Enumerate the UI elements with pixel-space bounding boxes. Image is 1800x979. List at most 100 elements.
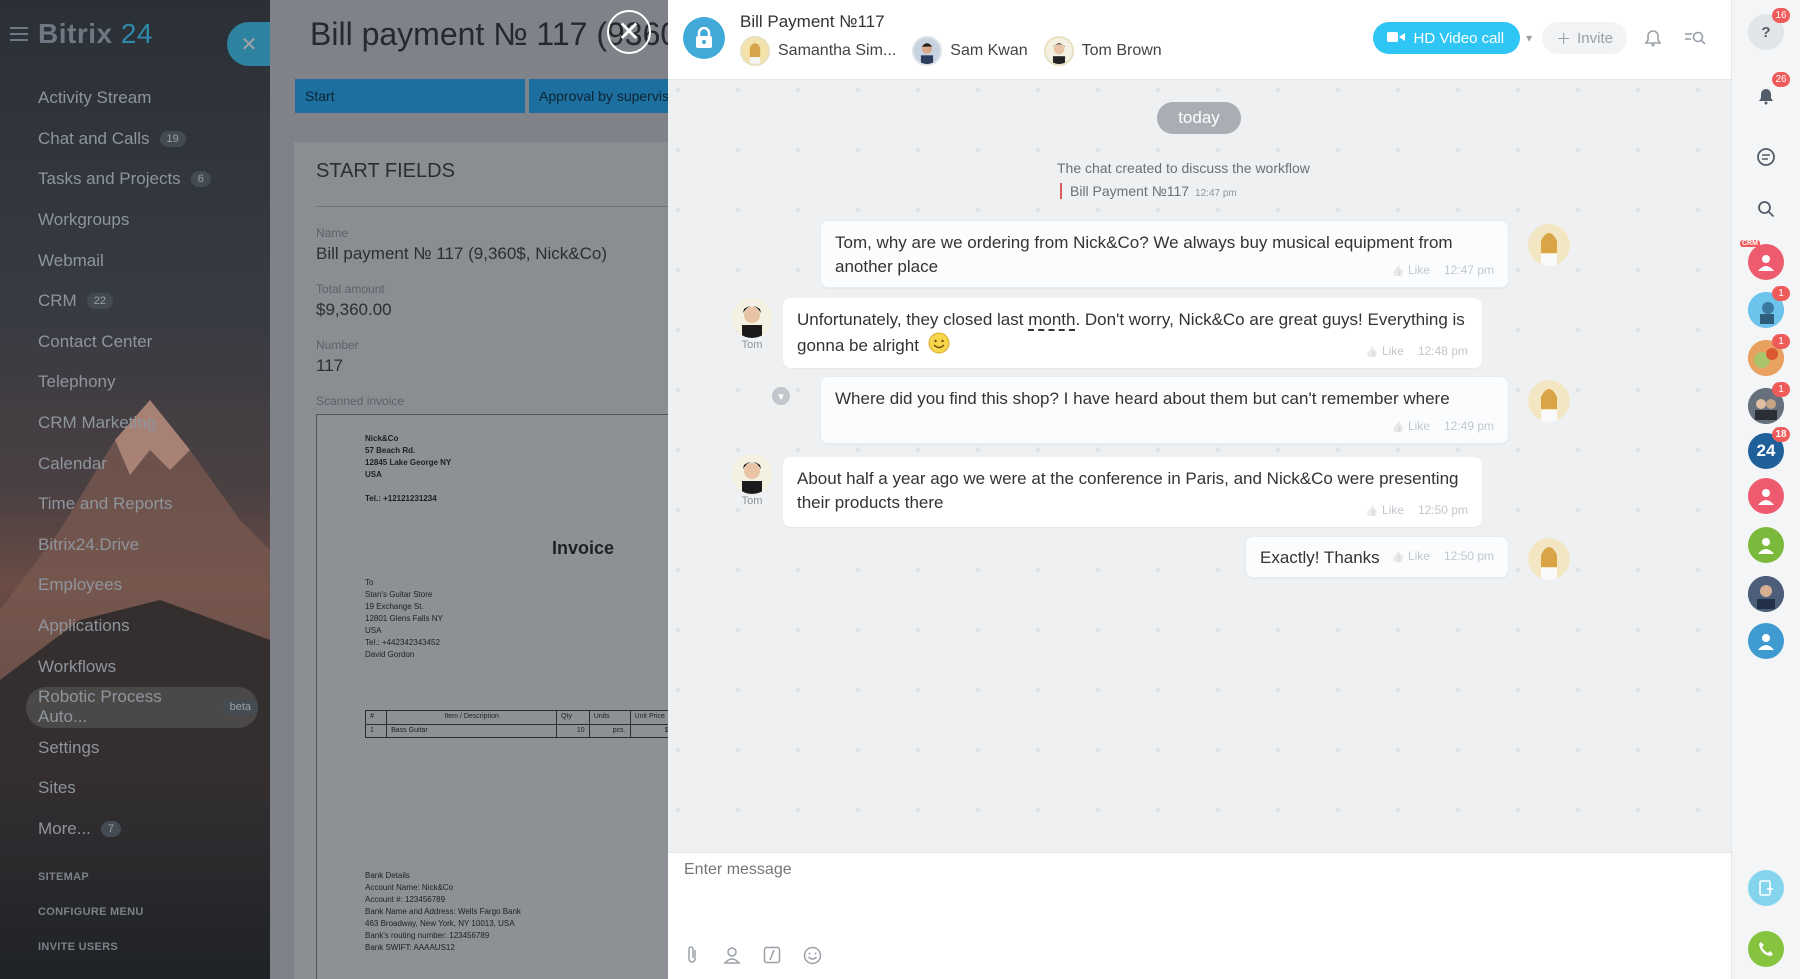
new-document-icon[interactable] xyxy=(1748,870,1784,906)
recent-chat-user-a[interactable] xyxy=(1748,478,1784,514)
sidebar-item[interactable]: Activity Stream xyxy=(38,78,263,119)
member-sam-kwan[interactable]: Sam Kwan xyxy=(912,36,1028,66)
recent-chat-user-c[interactable] xyxy=(1748,576,1784,612)
like-button[interactable]: Like xyxy=(1365,502,1404,519)
invite-label: Invite xyxy=(1577,29,1613,47)
chat-list-icon[interactable] xyxy=(1748,139,1784,175)
sidebar-item[interactable]: Telephony xyxy=(38,362,263,403)
system-quote-text: Bill Payment №117 xyxy=(1070,183,1190,199)
invoice-line: USA xyxy=(365,626,382,635)
recent-chat-user-d[interactable] xyxy=(1748,623,1784,659)
message-bubble[interactable]: About half a year ago we were at the con… xyxy=(783,457,1482,527)
sidebar-item[interactable]: Settings xyxy=(38,728,263,769)
like-button[interactable]: Like xyxy=(1391,418,1430,435)
invoice-line: Tel.: +442342343452 xyxy=(365,638,440,647)
tom-avatar[interactable]: Tom xyxy=(730,298,774,351)
invoice-cell-qty: 10 xyxy=(556,723,590,738)
help-icon[interactable]: ? 16 xyxy=(1748,8,1790,50)
date-divider: today xyxy=(1157,102,1241,134)
emoji-icon[interactable] xyxy=(802,945,822,965)
spellcheck-word[interactable]: month xyxy=(1028,310,1076,331)
message-text: Exactly! Thanks xyxy=(1260,548,1380,567)
like-button[interactable]: Like xyxy=(1365,343,1404,360)
chevron-down-icon[interactable]: ▾ xyxy=(1526,31,1532,45)
configure-menu-link[interactable]: CONFIGURE MENU xyxy=(38,906,144,918)
plus-icon: ＋ xyxy=(1556,30,1572,48)
notifications-bell-icon[interactable]: 26 xyxy=(1748,72,1790,114)
recent-chat-group-b[interactable]: 1 xyxy=(1748,334,1790,376)
member-samantha[interactable]: Samantha Sim... xyxy=(740,36,896,66)
sidebar-item[interactable]: Applications xyxy=(38,606,263,647)
sidebar-item[interactable]: Workflows xyxy=(38,646,263,687)
logo[interactable]: Bitrix 24 xyxy=(10,18,153,50)
invite-users-link[interactable]: INVITE USERS xyxy=(38,941,118,953)
search-messages-icon[interactable] xyxy=(1679,22,1711,54)
sidebar-item[interactable]: Calendar xyxy=(38,443,263,484)
recent-chat-user-b[interactable] xyxy=(1748,527,1784,563)
phone-call-icon[interactable] xyxy=(1748,931,1784,967)
sidebar-item[interactable]: Workgroups xyxy=(38,200,263,241)
invoice-title: Invoice xyxy=(552,538,615,558)
menu-burger-icon[interactable] xyxy=(10,27,28,41)
sidebar-item[interactable]: More... 7 xyxy=(38,809,263,850)
avatar-samantha[interactable] xyxy=(1528,224,1570,266)
stage-approval[interactable]: Approval by supervisor xyxy=(529,79,670,113)
sitemap-link[interactable]: SITEMAP xyxy=(38,871,89,883)
message-meta: Like 12:50 pm xyxy=(1365,502,1468,519)
close-slider-icon[interactable]: ✕ xyxy=(227,22,271,66)
recent-chat-group-a[interactable]: 1 xyxy=(1748,286,1790,328)
chat-title[interactable]: Bill Payment №117 xyxy=(740,12,885,32)
sidebar-item[interactable]: Time and Reports xyxy=(38,484,263,525)
member-tom-brown[interactable]: Tom Brown xyxy=(1043,36,1162,66)
user-mention-icon[interactable] xyxy=(722,945,742,965)
like-button[interactable]: Like xyxy=(1391,548,1430,565)
b24-label: 24 xyxy=(1756,441,1776,460)
lock-icon[interactable] xyxy=(683,17,725,59)
invite-button[interactable]: ＋ Invite xyxy=(1542,22,1627,54)
command-icon[interactable] xyxy=(762,945,782,965)
sidebar-item-label: Employees xyxy=(38,575,123,595)
sidebar-item[interactable]: Tasks and Projects 6 xyxy=(38,159,263,200)
paperclip-icon[interactable] xyxy=(682,945,702,965)
sidebar-item-badge: beta xyxy=(222,699,258,716)
sidebar-item[interactable]: Chat and Calls 19 xyxy=(38,119,263,160)
sidebar-item[interactable]: Robotic Process Auto... beta xyxy=(26,686,258,728)
hd-video-call-button[interactable]: HD Video call xyxy=(1373,22,1521,54)
scanned-invoice-image[interactable]: Nick&Co 57 Beach Rd. 12845 Lake George NY U… xyxy=(316,414,670,979)
sidebar-item[interactable]: CRM Marketing xyxy=(38,403,263,444)
sidebar-item[interactable]: CRM 22 xyxy=(38,281,263,322)
search-icon[interactable] xyxy=(1748,191,1784,227)
invoice-line: Account #: 123456789 xyxy=(365,895,446,904)
message-meta: Like 12:47 pm xyxy=(1391,262,1494,279)
bitrix24-notifications[interactable]: 24 18 xyxy=(1748,427,1790,469)
avatar-samantha[interactable] xyxy=(1528,380,1570,422)
sidebar-item[interactable]: Bitrix24.Drive xyxy=(38,525,263,566)
recent-chat-crm[interactable]: CRM xyxy=(1740,240,1784,280)
message-bubble[interactable]: Tom, why are we ordering from Nick&Co? W… xyxy=(820,220,1509,288)
tom-avatar[interactable]: Tom xyxy=(730,454,774,507)
message-list[interactable]: today The chat created to discuss the wo… xyxy=(668,80,1731,852)
sidebar-item[interactable]: Contact Center xyxy=(38,322,263,363)
bell-icon[interactable] xyxy=(1637,22,1669,54)
message-bubble[interactable]: Where did you find this shop? I have hea… xyxy=(820,376,1509,444)
message-bubble[interactable]: Unfortunately, they closed last month. D… xyxy=(783,298,1482,368)
sidebar-item[interactable]: Sites xyxy=(38,768,263,809)
avatar-samantha[interactable] xyxy=(1528,538,1570,580)
system-time: 12:47 pm xyxy=(1195,188,1237,199)
invoice-line: 12801 Glens Falls NY xyxy=(365,614,443,623)
sidebar-item[interactable]: Employees xyxy=(38,565,263,606)
message-time: 12:47 pm xyxy=(1443,263,1494,277)
avatar-samantha xyxy=(740,36,770,66)
chevron-down-icon[interactable]: ▾ xyxy=(772,387,790,405)
invoice-th-units: Units xyxy=(588,710,631,725)
message-input[interactable] xyxy=(684,861,1584,879)
invoice-line: 463 Broadway, New York, NY 10013, USA xyxy=(365,919,515,928)
stage-start[interactable]: Start xyxy=(295,79,525,113)
recent-chat-group-c[interactable]: 1 xyxy=(1748,382,1790,424)
sidebar-item[interactable]: Webmail xyxy=(38,240,263,281)
message-bubble[interactable]: Exactly! Thanks Like 12:50 pm xyxy=(1245,536,1509,578)
left-sidebar: Bitrix 24 Activity Stream Chat and Calls 1… xyxy=(0,0,270,979)
close-chat-icon[interactable]: ✕ xyxy=(607,10,651,54)
like-button[interactable]: Like xyxy=(1391,262,1430,279)
member-name: Samantha Sim... xyxy=(778,42,897,59)
